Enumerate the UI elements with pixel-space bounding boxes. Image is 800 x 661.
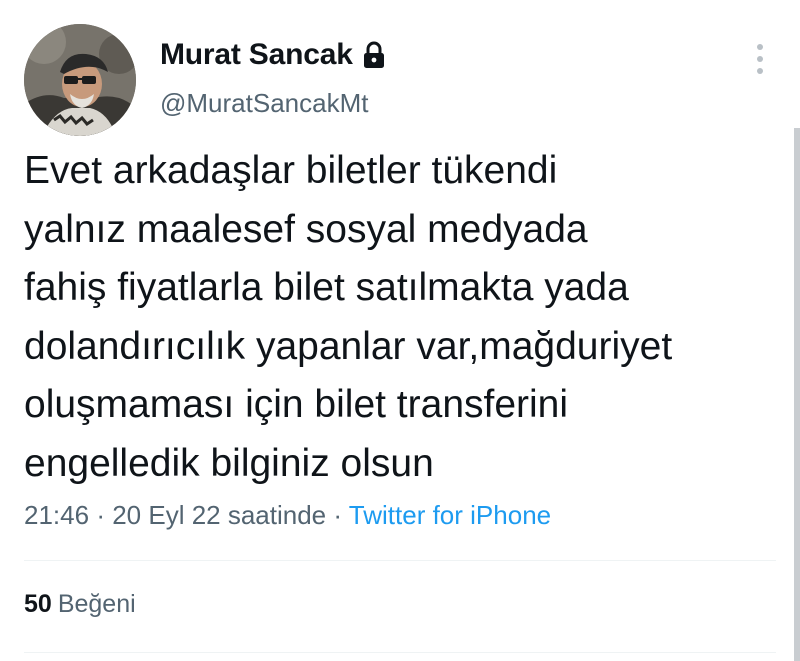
- tweet-source-link[interactable]: Twitter for iPhone: [349, 500, 551, 530]
- vertical-ellipsis-icon[interactable]: [750, 42, 770, 76]
- lock-icon: [363, 41, 385, 69]
- meta-separator: ·: [96, 500, 113, 530]
- author-name-row: Murat Sancak: [160, 38, 385, 72]
- likes-stat[interactable]: 50 Beğeni: [24, 590, 136, 619]
- tweet-text-line: dolandırıcılık yapanlar var,mağduriyet: [24, 324, 673, 368]
- tweet-date[interactable]: 20 Eyl 22 saatinde: [112, 500, 326, 530]
- avatar-image: [24, 24, 136, 136]
- tweet-text-line: yalnız maalesef sosyal medyada: [24, 207, 588, 251]
- tweet-text-line: Evet arkadaşlar biletler tükendi: [24, 149, 558, 192]
- tweet-text-line: fahiş fiyatlarla bilet satılmakta yada: [24, 266, 629, 309]
- scrollbar[interactable]: [794, 128, 800, 661]
- user-handle[interactable]: @MuratSancakMt: [160, 88, 368, 119]
- avatar[interactable]: [24, 24, 136, 136]
- tweet-text: Evet arkadaşlar biletler tükendi yalnız …: [24, 142, 784, 493]
- tweet-meta: 21:46 · 20 Eyl 22 saatinde · Twitter for…: [24, 500, 551, 531]
- meta-separator: ·: [333, 500, 349, 530]
- tweet-detail: Murat Sancak @MuratSancakMt Evet arkadaş…: [0, 0, 800, 661]
- tweet-time[interactable]: 21:46: [24, 500, 89, 530]
- likes-label: Beğeni: [57, 590, 136, 618]
- divider: [24, 652, 776, 653]
- tweet-text-line: oluşmaması için bilet transferini: [24, 383, 569, 426]
- likes-count: 50: [24, 590, 52, 618]
- tweet-text-line: engelledik bilginiz olsun: [24, 441, 434, 485]
- divider: [24, 560, 776, 561]
- display-name[interactable]: Murat Sancak: [160, 38, 353, 72]
